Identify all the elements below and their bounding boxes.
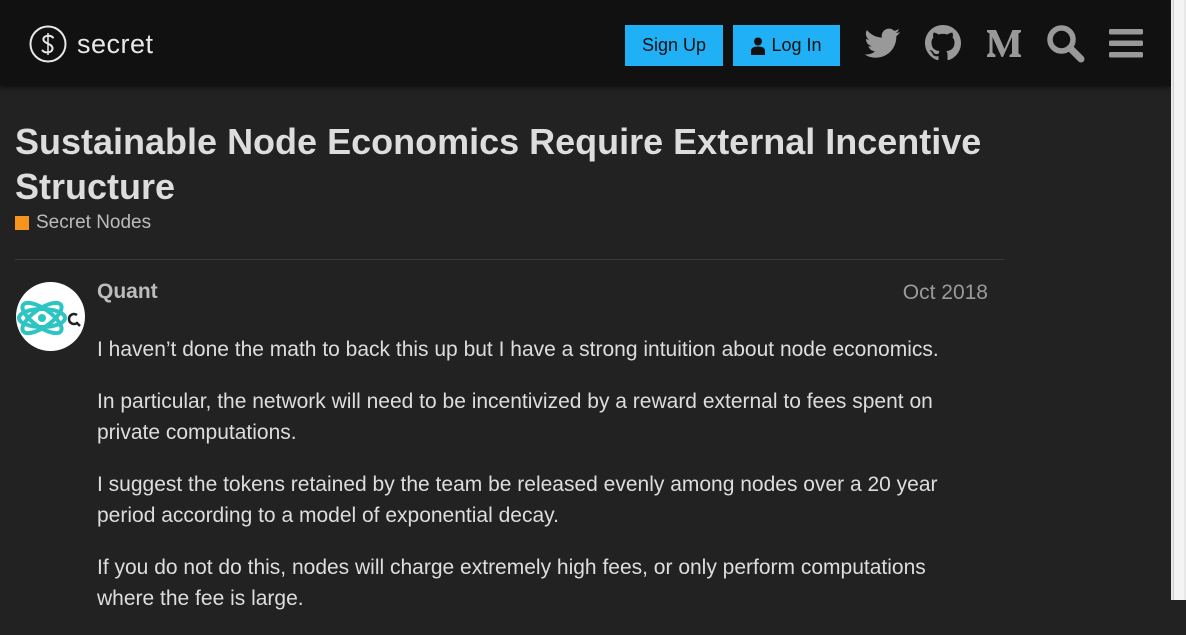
menu-button[interactable]: [1105, 22, 1147, 64]
search-icon: [1047, 25, 1085, 63]
twitter-icon: [864, 28, 900, 58]
search-button[interactable]: [1044, 22, 1086, 64]
post-paragraph: If you do not do this, nodes will charge…: [97, 556, 926, 610]
post-author[interactable]: Quant: [97, 280, 158, 304]
site-logo[interactable]: secret: [29, 24, 154, 64]
post-paragraph: In particular, the network will need to …: [97, 390, 933, 444]
log-in-label: Log In: [771, 35, 822, 55]
medium-link[interactable]: [983, 22, 1025, 64]
logo-text: secret: [77, 28, 154, 59]
medium-icon: [987, 30, 1021, 57]
avatar[interactable]: [16, 282, 85, 351]
twitter-link[interactable]: [861, 22, 903, 64]
topic-divider: [15, 259, 1004, 260]
category-badge[interactable]: Secret Nodes: [15, 212, 151, 234]
sign-up-button[interactable]: Sign Up: [625, 25, 723, 66]
secret-logo-icon: [29, 25, 67, 63]
post-body: I haven’t done the math to back this up …: [97, 334, 977, 635]
post-date[interactable]: Oct 2018: [903, 281, 988, 305]
category-color-swatch: [15, 216, 29, 230]
post-paragraph: I haven’t done the math to back this up …: [97, 338, 939, 361]
scrollbar-thumb[interactable]: [1173, 0, 1184, 600]
atom-avatar-icon: [17, 300, 81, 336]
github-icon: [925, 25, 961, 61]
user-icon: [751, 37, 766, 55]
site-header: secret Sign Up Log In: [0, 0, 1171, 86]
log-in-button[interactable]: Log In: [733, 25, 840, 66]
menu-icon: [1109, 29, 1143, 58]
topic-title[interactable]: Sustainable Node Economics Require Exter…: [15, 119, 1075, 209]
github-link[interactable]: [922, 22, 964, 64]
category-name: Secret Nodes: [36, 212, 152, 233]
post-paragraph: I suggest the tokens retained by the tea…: [97, 473, 938, 527]
